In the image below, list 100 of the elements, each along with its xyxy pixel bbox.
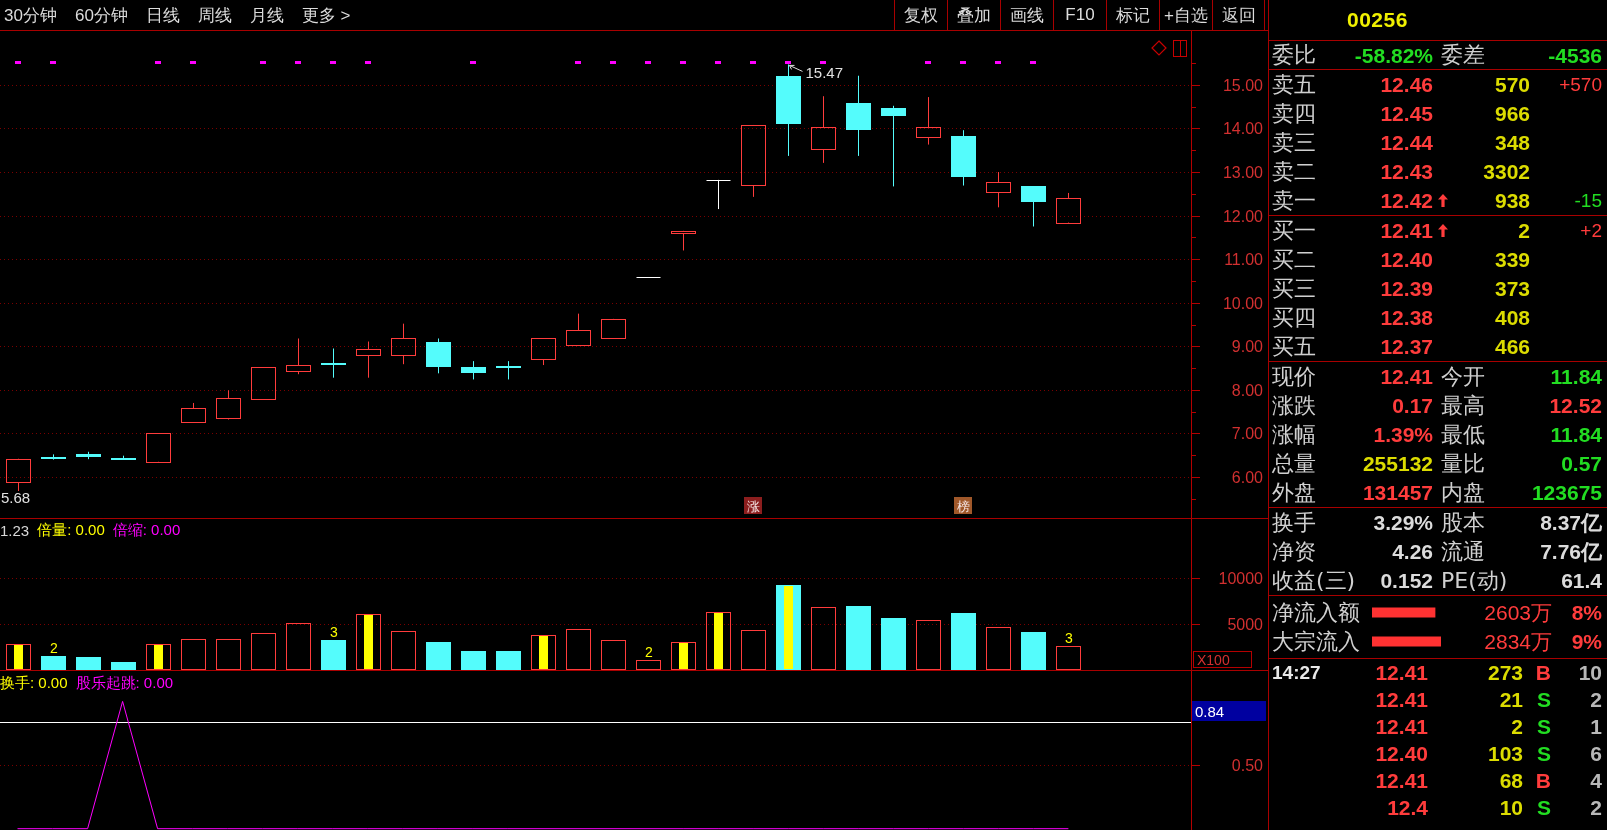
field-value: 61.4 [1560,570,1602,591]
field-value: 255132 [1361,453,1433,474]
field-value: 11.84 [1549,366,1602,387]
field-label: 流通 [1440,540,1486,563]
low-price-label: 5.68 [1,489,31,506]
tick-count: 2 [1589,797,1602,818]
tick-side: S [1536,743,1552,764]
tick-count: 6 [1589,743,1602,764]
field-value: 131457 [1361,482,1433,503]
axis-label: 5000 [1227,616,1263,633]
flow-label: 净流入额 [1272,601,1360,624]
order-label: 卖五 [1272,73,1317,96]
order-price: 12.37 [1379,336,1433,357]
field-value: 4.26 [1391,541,1433,562]
field-label: 净资 [1272,540,1317,563]
field-value: 12.41 [1379,366,1433,387]
candle [1021,185,1046,227]
tick-volume: 103 [1486,743,1523,764]
candle [321,348,346,379]
field-value: 11.84 [1549,424,1602,445]
field-label: 委比 [1272,44,1317,66]
candle [671,230,696,251]
field-value: 8.37亿 [1539,512,1602,533]
order-volume: 339 [1493,249,1530,270]
field-value: 7.76亿 [1539,541,1602,562]
tick-volume: 2 [1510,716,1523,737]
period-tab[interactable]: 更多 > [301,3,351,27]
tick-count: 1 [1589,716,1602,737]
period-tab[interactable]: 月线 [249,3,284,27]
flow-percent: 8% [1571,602,1602,623]
flow-percent: 9% [1571,631,1602,652]
axis-label: 13.00 [1222,164,1263,181]
period-tab[interactable]: 30分钟 [4,3,57,27]
period-tab[interactable]: 60分钟 [74,3,128,27]
field-value: 1.39% [1372,424,1433,445]
period-tab[interactable]: 日线 [145,3,180,27]
field-label: PE(动) [1440,569,1505,592]
candle [951,129,976,187]
tick-time: 14:27 [1272,663,1322,682]
field-label: 外盘 [1272,481,1317,504]
order-label: 卖三 [1272,131,1317,154]
field-label: 收益(三) [1272,569,1352,592]
field-value: 123675 [1530,482,1602,503]
field-value: -58.82% [1353,44,1433,66]
axis-label: 10000 [1218,570,1263,587]
tick-count: 10 [1577,662,1602,683]
flow-amount: 2834万 [1484,631,1552,652]
field-label: 换手 [1272,511,1317,534]
flow-label: 大宗流入 [1272,630,1360,653]
split-panel-icon[interactable] [1173,40,1187,57]
event-badge: 涨 [744,497,762,514]
order-volume: 2 [1517,220,1530,241]
order-change: -15 [1573,191,1602,210]
tick-side: B [1534,770,1552,791]
field-label: 委差 [1440,44,1486,66]
order-price: 12.43 [1379,161,1433,182]
diamond-icon[interactable] [1151,40,1167,56]
candle [916,96,941,146]
legend-value: 倍缩: 0.00 [112,520,181,540]
candle [41,453,66,461]
candle [181,402,206,423]
axis-label: 15.00 [1222,77,1263,94]
order-price: 12.46 [1379,74,1433,95]
candle [251,366,276,400]
tick-side: S [1536,689,1552,710]
field-value: 3.29% [1372,512,1433,533]
axis-label: 7.00 [1231,425,1263,442]
toolbar-button[interactable]: 返回 [1212,0,1265,30]
candle [286,338,311,375]
tick-side: B [1534,662,1552,683]
field-label: 内盘 [1440,481,1486,504]
candle [461,360,486,380]
field-value: 0.57 [1560,453,1602,474]
legend-value: 倍量: 0.00 [37,520,105,540]
order-volume: 408 [1493,307,1530,328]
tick-side: S [1536,797,1552,818]
field-label: 现价 [1272,365,1317,388]
bar-note: 3 [1065,630,1073,646]
candle [566,313,591,346]
field-label: 最低 [1440,423,1486,446]
axis-label: 6.00 [1231,469,1263,486]
order-label: 买三 [1272,277,1317,300]
tick-price: 12.41 [1374,770,1428,791]
order-price: 12.41 [1379,220,1433,241]
axis-label: 12.00 [1222,208,1263,225]
period-tab[interactable]: 周线 [197,3,232,27]
tick-volume: 273 [1486,662,1523,683]
order-label: 买五 [1272,335,1317,358]
event-badge: 榜 [954,497,972,514]
axis-label: 11.00 [1224,251,1263,268]
axis-label: 8.00 [1231,382,1263,399]
tick-price: 12.41 [1374,689,1428,710]
field-value: 0.17 [1391,395,1433,416]
order-label: 买四 [1272,306,1317,329]
order-change: +2 [1579,221,1602,240]
field-label: 总量 [1272,452,1317,475]
order-change: +570 [1558,75,1602,94]
candle [146,432,171,463]
axis-label: 9.00 [1231,338,1263,355]
field-label: 最高 [1440,394,1486,417]
